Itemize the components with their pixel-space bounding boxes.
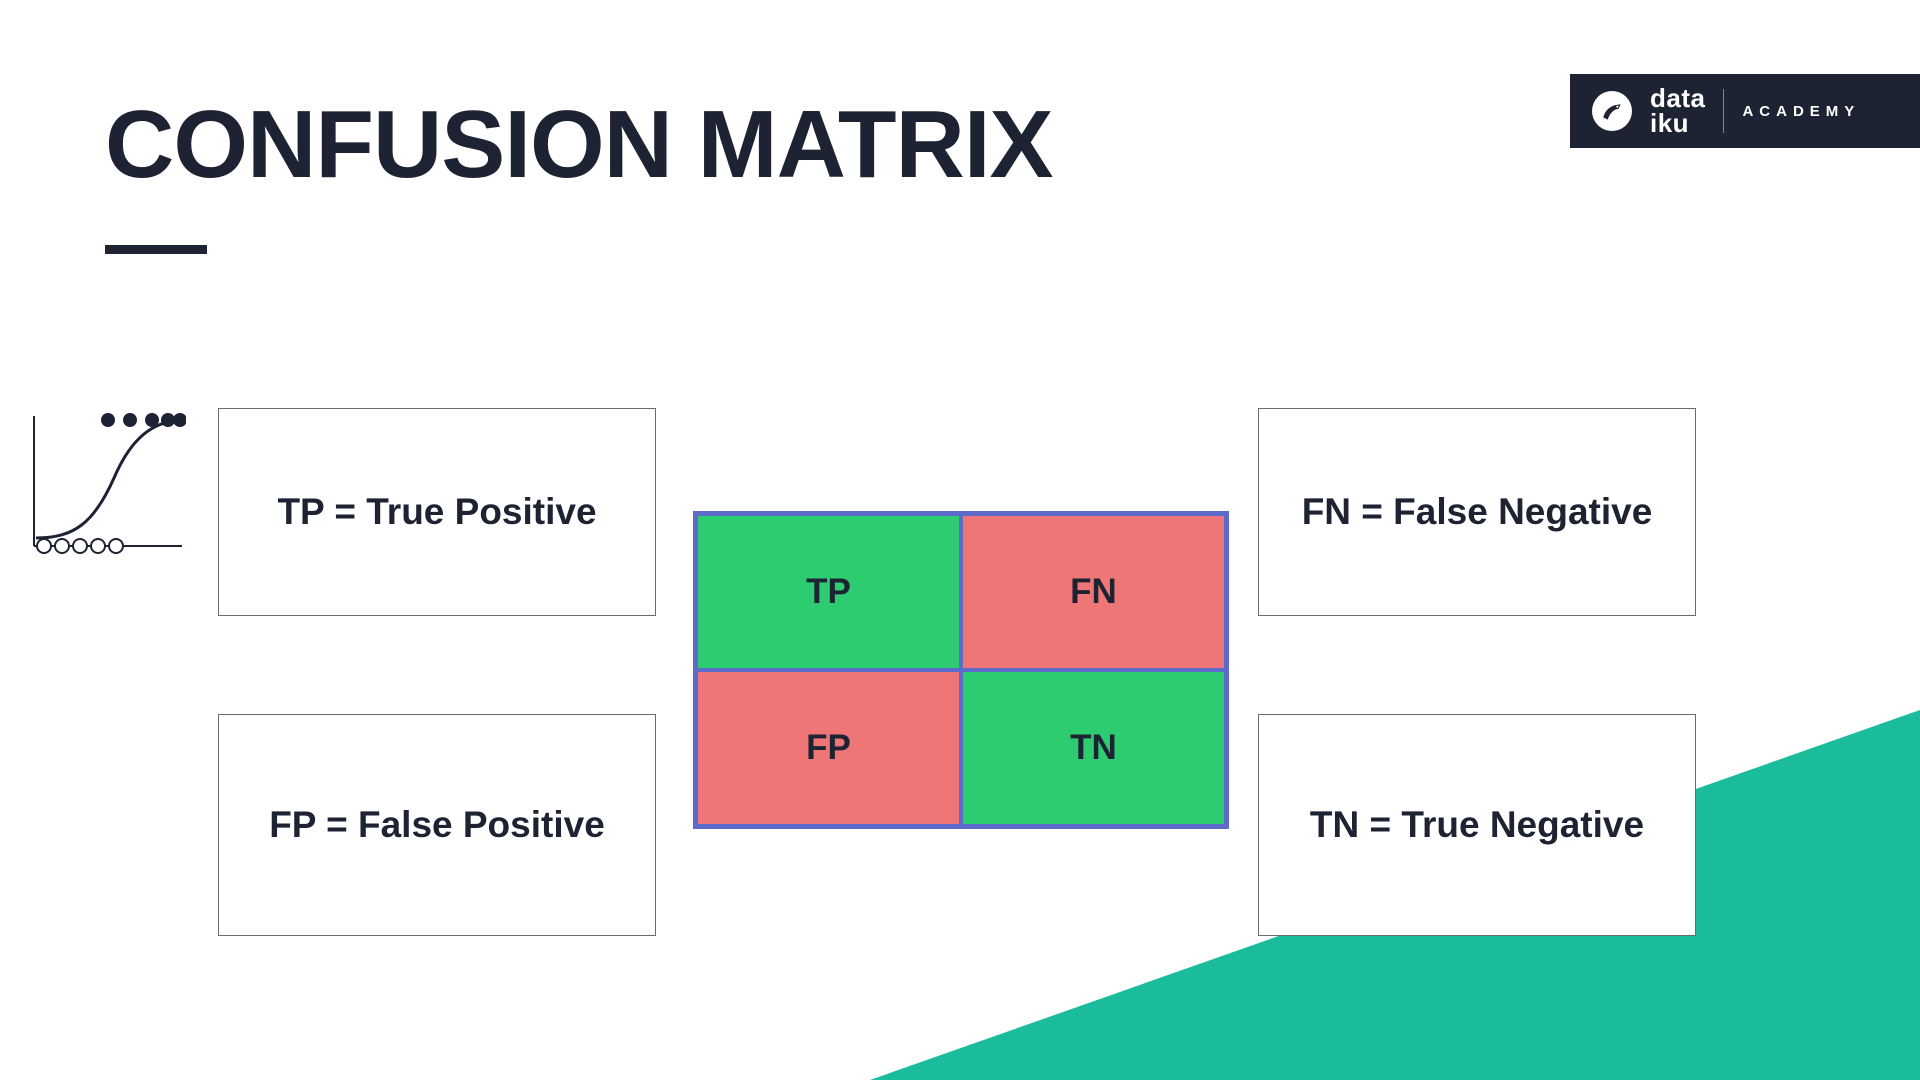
title-underline <box>105 245 207 254</box>
definition-box-fp: FP = False Positive <box>218 714 656 936</box>
brand-name: data iku <box>1650 86 1705 135</box>
matrix-cell-tn: TN <box>961 670 1226 826</box>
definition-text-tn: TN = True Negative <box>1310 804 1644 846</box>
definition-box-tp: TP = True Positive <box>218 408 656 616</box>
sigmoid-curve-icon <box>24 408 186 554</box>
matrix-cell-fn: FN <box>961 514 1226 670</box>
matrix-cell-fp: FP <box>696 670 961 826</box>
definition-text-fp: FP = False Positive <box>269 804 605 846</box>
definition-text-fn: FN = False Negative <box>1302 491 1653 533</box>
confusion-matrix-grid: TP FN FP TN <box>693 511 1229 829</box>
definition-box-tn: TN = True Negative <box>1258 714 1696 936</box>
brand-divider <box>1723 89 1724 133</box>
matrix-cell-tp: TP <box>696 514 961 670</box>
brand-subtitle: ACADEMY <box>1742 103 1860 120</box>
definition-text-tp: TP = True Positive <box>277 491 596 533</box>
slide-title: CONFUSION MATRIX <box>105 90 1053 200</box>
brand-banner: data iku ACADEMY <box>1570 74 1920 148</box>
definition-box-fn: FN = False Negative <box>1258 408 1696 616</box>
brand-line2: iku <box>1650 111 1705 136</box>
bird-logo-icon <box>1592 91 1632 131</box>
